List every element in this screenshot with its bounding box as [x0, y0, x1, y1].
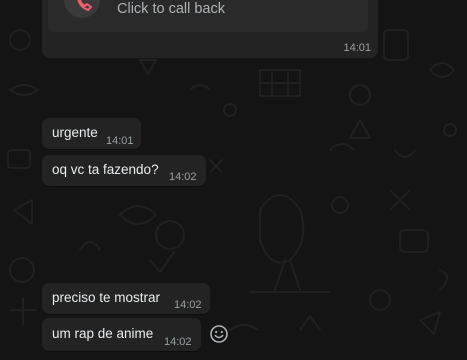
- message-text: urgente: [52, 125, 98, 140]
- message-timestamp: 14:02: [164, 336, 192, 348]
- message-bubble[interactable]: urgente 14:01: [42, 118, 141, 149]
- missed-call-card[interactable]: Click to call back 14:01: [42, 0, 378, 58]
- chat-panel: Click to call back 14:01 urgente 14:01 o…: [0, 0, 467, 360]
- message-timestamp: 14:01: [106, 135, 134, 147]
- message-text: oq vc ta fazendo?: [52, 162, 159, 177]
- missed-call-icon: [64, 0, 100, 18]
- message-text: preciso te mostrar: [52, 290, 161, 305]
- call-timestamp: 14:01: [343, 42, 371, 54]
- call-back-label: Click to call back: [117, 1, 225, 17]
- call-back-button[interactable]: Click to call back: [48, 0, 368, 32]
- smiley-face-icon[interactable]: [209, 324, 229, 344]
- message-bubble[interactable]: preciso te mostrar 14:02: [42, 283, 210, 314]
- message-bubble[interactable]: um rap de anime 14:02: [42, 318, 201, 351]
- message-bubble[interactable]: oq vc ta fazendo? 14:02: [42, 155, 206, 186]
- message-timestamp: 14:02: [169, 171, 197, 183]
- message-timestamp: 14:02: [174, 299, 202, 311]
- message-text: um rap de anime: [52, 326, 154, 341]
